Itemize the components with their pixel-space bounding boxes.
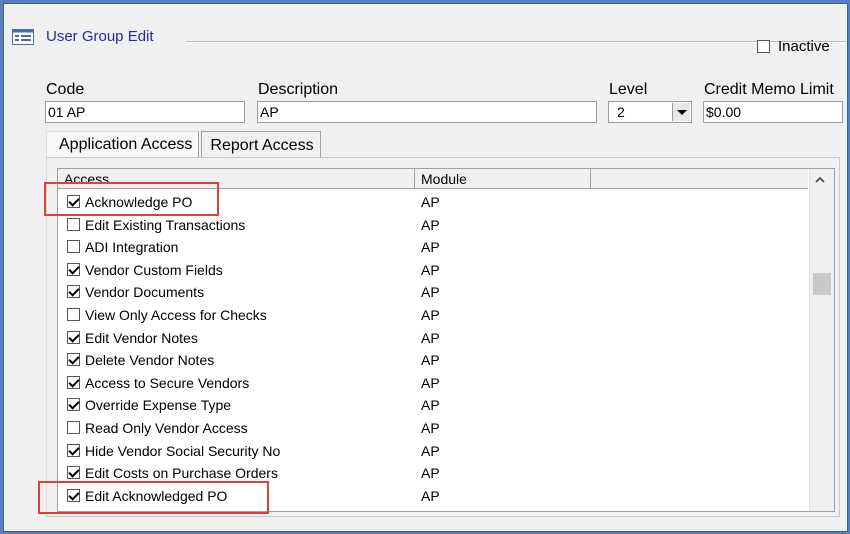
access-checkbox[interactable] — [67, 466, 80, 480]
table-row[interactable]: ADI Integration AP — [58, 236, 808, 259]
credit-memo-limit-field[interactable] — [703, 101, 843, 123]
access-name: Read Only Vendor Access — [85, 419, 248, 436]
module-cell: AP — [421, 352, 440, 369]
access-name: ADI Integration — [85, 239, 179, 256]
code-field[interactable] — [45, 101, 245, 123]
module-cell: AP — [421, 442, 440, 459]
column-header-module[interactable]: Module — [415, 169, 591, 188]
module-cell: AP — [421, 374, 440, 391]
access-name: Override Expense Type — [85, 397, 232, 414]
inactive-label: Inactive — [778, 38, 830, 55]
access-name: View Only Access for Checks — [85, 306, 267, 323]
table-row[interactable]: Vendor Documents AP — [58, 281, 808, 304]
chevron-up-icon[interactable] — [815, 175, 825, 185]
access-checkbox[interactable] — [67, 443, 80, 457]
vertical-scrollbar[interactable] — [809, 169, 834, 511]
table-row[interactable]: View Only Access for Checks AP — [58, 304, 808, 327]
page-title: User Group Edit — [46, 28, 154, 45]
grid-rows: Acknowledge PO AP Edit Existing Transactio… — [58, 191, 808, 507]
module-cell: AP — [421, 397, 440, 414]
scroll-thumb[interactable] — [813, 273, 831, 295]
access-grid: Access Module Acknowledge PO AP Edit Exist… — [57, 168, 835, 512]
level-value: 2 — [617, 104, 625, 120]
access-checkbox[interactable] — [67, 353, 80, 367]
access-checkbox[interactable] — [67, 240, 80, 254]
title-row: User Group Edit — [12, 28, 154, 45]
module-cell: AP — [421, 194, 440, 210]
table-row[interactable]: Hide Vendor Social Security No AP — [58, 440, 808, 463]
description-field[interactable] — [257, 101, 597, 123]
access-name: Edit Costs on Purchase Orders — [85, 465, 278, 482]
access-name: Vendor Custom Fields — [85, 261, 223, 278]
module-cell: AP — [421, 465, 440, 482]
module-cell: AP — [421, 306, 440, 323]
access-name: Vendor Documents — [85, 284, 205, 301]
access-name: Hide Vendor Social Security No — [85, 442, 281, 459]
column-header-extra — [591, 169, 808, 188]
table-row[interactable]: Edit Existing Transactions AP — [58, 214, 808, 237]
inactive-checkbox-box[interactable] — [757, 40, 770, 53]
form-icon — [12, 28, 34, 45]
access-checkbox[interactable] — [67, 285, 80, 299]
module-cell: AP — [421, 284, 440, 301]
module-cell: AP — [421, 261, 440, 278]
tab-strip: Application Access Report Access — [46, 131, 321, 158]
table-row[interactable]: Override Expense Type AP — [58, 394, 808, 417]
access-checkbox[interactable] — [67, 398, 80, 412]
description-label: Description — [258, 81, 339, 98]
title-divider — [186, 41, 846, 43]
level-label: Level — [609, 81, 648, 98]
chevron-down-icon[interactable] — [672, 103, 690, 121]
table-row[interactable]: Read Only Vendor Access AP — [58, 417, 808, 440]
access-checkbox[interactable] — [67, 330, 80, 344]
access-name: Access to Secure Vendors — [85, 374, 250, 391]
tab-application-access[interactable]: Application Access — [46, 131, 200, 158]
module-cell: AP — [421, 329, 440, 346]
highlight-acknowledge-po — [44, 182, 219, 216]
module-cell: AP — [421, 487, 440, 504]
tab-report-access[interactable]: Report Access — [201, 131, 321, 158]
access-checkbox[interactable] — [67, 262, 80, 276]
access-name: Delete Vendor Notes — [85, 352, 215, 369]
inactive-checkbox[interactable]: Inactive — [757, 38, 830, 55]
level-select[interactable]: 2 — [608, 101, 692, 123]
table-row[interactable]: Edit Vendor Notes AP — [58, 327, 808, 350]
access-checkbox[interactable] — [67, 217, 80, 231]
table-row[interactable]: Delete Vendor Notes AP — [58, 349, 808, 372]
access-name: Edit Existing Transactions — [85, 216, 246, 233]
module-cell: AP — [421, 239, 440, 256]
module-cell: AP — [421, 419, 440, 436]
module-cell: AP — [421, 216, 440, 233]
table-row[interactable]: Vendor Custom Fields AP — [58, 259, 808, 282]
access-checkbox[interactable] — [67, 307, 80, 321]
table-row[interactable]: Access to Secure Vendors AP — [58, 372, 808, 395]
credit-memo-limit-label: Credit Memo Limit — [704, 81, 834, 98]
access-name: Edit Vendor Notes — [85, 329, 198, 346]
highlight-edit-acknowledged-po — [38, 481, 269, 514]
access-checkbox[interactable] — [67, 420, 80, 434]
code-label: Code — [46, 81, 85, 98]
access-checkbox[interactable] — [67, 375, 80, 389]
